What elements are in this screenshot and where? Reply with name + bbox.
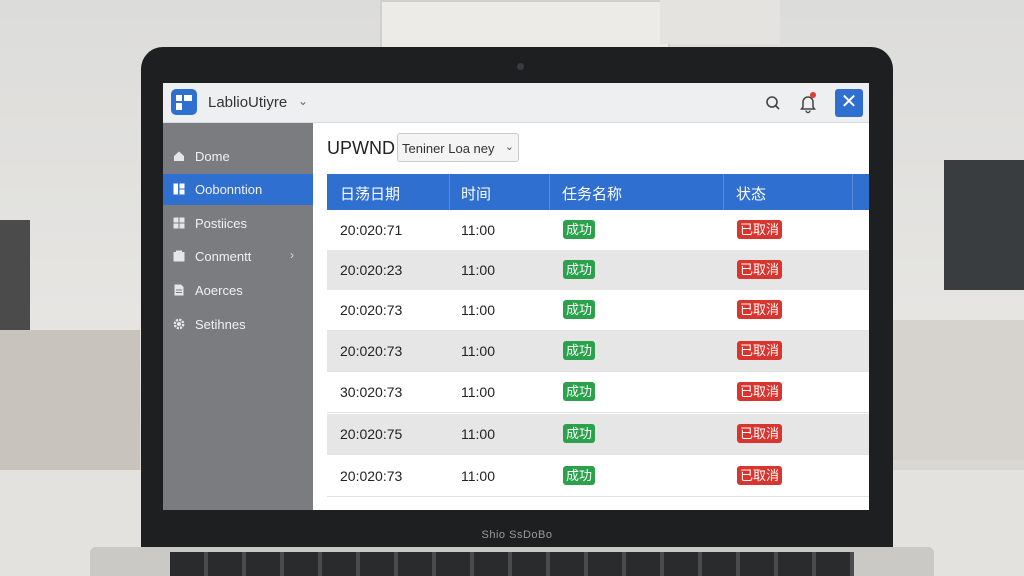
success-badge: 成功 bbox=[563, 260, 596, 279]
table-row[interactable]: 30:020:73 11:00 成功 已取消 bbox=[327, 372, 869, 413]
column-header-date[interactable]: 日荡日期 bbox=[340, 183, 400, 204]
tiles-icon bbox=[173, 217, 185, 229]
cell-time: 11:00 bbox=[461, 343, 495, 359]
background-shelf bbox=[0, 220, 30, 330]
table-row[interactable]: 20:020:23 11:00 成功 已取消 bbox=[327, 250, 869, 291]
table-row[interactable]: 20:020:71 11:00 成功 已取消 bbox=[327, 210, 869, 251]
chevron-down-icon[interactable]: ⌄ bbox=[298, 94, 308, 108]
main-content: UPWND Teniner Loa ney ⌄ 日荡日期 时间 任务名称 状态 … bbox=[313, 123, 869, 510]
laptop-brand-label: Shio SsDoBo bbox=[481, 529, 553, 541]
sidebar-item-conmentt[interactable]: Conmentt › bbox=[163, 241, 313, 272]
background-desk-left bbox=[0, 330, 140, 470]
cancelled-badge: 已取消 bbox=[737, 300, 783, 319]
filter-select-value: Teniner Loa ney bbox=[402, 141, 495, 156]
column-divider bbox=[549, 174, 550, 210]
filter-select[interactable]: Teniner Loa ney ⌄ bbox=[397, 133, 519, 162]
chevron-down-icon: ⌄ bbox=[504, 141, 514, 153]
page-title: UPWND bbox=[327, 138, 395, 158]
laptop-keys bbox=[170, 552, 854, 576]
background-window bbox=[380, 0, 670, 50]
notification-dot-icon bbox=[810, 92, 816, 98]
close-icon: ✕ bbox=[840, 91, 858, 113]
sidebar-item-aoerces[interactable]: Aoerces bbox=[163, 275, 313, 306]
app-title[interactable]: LablioUtiyre bbox=[208, 94, 287, 111]
background-desk-right bbox=[880, 320, 1024, 460]
success-badge: 成功 bbox=[563, 300, 596, 319]
table-row[interactable]: 20:020:73 11:00 成功 已取消 bbox=[327, 456, 869, 497]
cancelled-badge: 已取消 bbox=[737, 424, 783, 443]
document-icon bbox=[174, 284, 184, 296]
app-logo-icon bbox=[171, 89, 197, 115]
title-bar: LablioUtiyre ⌄ ✕ bbox=[163, 83, 869, 123]
cell-date: 20:020:75 bbox=[340, 426, 403, 442]
column-divider bbox=[449, 174, 450, 210]
cell-time: 11:00 bbox=[461, 468, 495, 484]
cell-date: 30:020:73 bbox=[340, 384, 403, 400]
column-header-time[interactable]: 时间 bbox=[461, 183, 491, 204]
column-divider bbox=[852, 174, 853, 210]
grid-icon bbox=[173, 183, 185, 195]
table-header: 日荡日期 时间 任务名称 状态 bbox=[327, 174, 869, 210]
gear-icon bbox=[173, 318, 185, 330]
cell-date: 20:020:73 bbox=[340, 302, 403, 318]
cell-time: 11:00 bbox=[461, 222, 495, 238]
sidebar-item-label: Oobonntion bbox=[195, 182, 263, 197]
sidebar-item-label: Conmentt bbox=[195, 249, 252, 264]
cell-time: 11:00 bbox=[461, 384, 495, 400]
success-badge: 成功 bbox=[563, 382, 596, 401]
success-badge: 成功 bbox=[563, 220, 596, 239]
column-header-task[interactable]: 任务名称 bbox=[562, 183, 622, 204]
cell-date: 20:020:73 bbox=[340, 468, 403, 484]
sidebar-item-postiices[interactable]: Postiices bbox=[163, 208, 313, 239]
table-row[interactable]: 20:020:75 11:00 成功 已取消 bbox=[327, 414, 869, 455]
sidebar: Dome Oobonntion Postiices Conmentt › Aoe… bbox=[163, 123, 313, 510]
webcam-icon bbox=[517, 63, 524, 70]
cell-time: 11:00 bbox=[461, 262, 495, 278]
cancelled-badge: 已取消 bbox=[737, 341, 783, 360]
cell-time: 11:00 bbox=[461, 302, 495, 318]
home-icon bbox=[174, 151, 184, 161]
app-window: LablioUtiyre ⌄ ✕ Dome Oobonntion Postiic… bbox=[163, 83, 869, 510]
close-button[interactable]: ✕ bbox=[835, 89, 863, 117]
cancelled-badge: 已取消 bbox=[737, 260, 783, 279]
cancelled-badge: 已取消 bbox=[737, 382, 783, 401]
cancelled-badge: 已取消 bbox=[737, 220, 783, 239]
cancelled-badge: 已取消 bbox=[737, 466, 783, 485]
sidebar-item-label: Postiices bbox=[195, 216, 248, 231]
success-badge: 成功 bbox=[563, 341, 596, 360]
chevron-right-icon: › bbox=[290, 248, 294, 262]
sidebar-item-home[interactable]: Dome bbox=[163, 141, 313, 172]
column-header-status[interactable]: 状态 bbox=[736, 183, 766, 204]
column-divider bbox=[723, 174, 724, 210]
sidebar-item-setihnes[interactable]: Setihnes bbox=[163, 309, 313, 340]
sidebar-item-label: Dome bbox=[195, 149, 230, 164]
success-badge: 成功 bbox=[563, 424, 596, 443]
sidebar-item-oobonntion[interactable]: Oobonntion bbox=[163, 174, 313, 205]
search-icon[interactable] bbox=[763, 93, 783, 113]
table-row[interactable]: 20:020:73 11:00 成功 已取消 bbox=[327, 331, 869, 372]
cell-date: 20:020:73 bbox=[340, 343, 403, 359]
success-badge: 成功 bbox=[563, 466, 596, 485]
cell-date: 20:020:71 bbox=[340, 222, 403, 238]
cell-date: 20:020:23 bbox=[340, 262, 403, 278]
table-row[interactable]: 20:020:73 11:00 成功 已取消 bbox=[327, 290, 869, 331]
box-icon bbox=[173, 250, 185, 262]
sidebar-item-label: Aoerces bbox=[195, 283, 243, 298]
background-frame bbox=[660, 0, 780, 44]
background-monitor bbox=[944, 160, 1024, 290]
cell-time: 11:00 bbox=[461, 426, 495, 442]
sidebar-item-label: Setihnes bbox=[195, 317, 246, 332]
